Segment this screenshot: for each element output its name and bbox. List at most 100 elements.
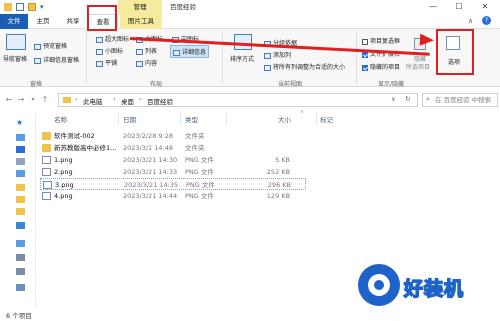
file-row-focused[interactable]: 3.png 2023/3/21 14:35 PNG 文件 296 KB [40, 178, 306, 190]
refresh-icon[interactable]: ↻ [405, 95, 410, 103]
watermark-logo-pupil [374, 280, 384, 290]
pictures-icon[interactable] [16, 170, 25, 177]
watermark-text: 好装机 [403, 277, 465, 301]
column-header-type[interactable]: 类型 [185, 114, 198, 124]
status-bar [0, 308, 500, 321]
back-icon[interactable]: ← [4, 95, 14, 105]
file-date: 2023/3/21 14:44 [123, 192, 178, 200]
file-date: 2023/3/1 14:48 [123, 144, 173, 152]
quick-access-dropdown-icon[interactable]: ▾ [40, 3, 44, 11]
file-row[interactable]: 2.png 2023/3/21 14:33 PNG 文件 252 KB [40, 166, 460, 178]
column-header-date[interactable]: 日期 [123, 114, 136, 124]
add-columns-icon [264, 52, 271, 59]
file-row[interactable]: 1.png 2023/3/21 14:30 PNG 文件 5 KB [40, 154, 460, 166]
desktop-icon[interactable] [16, 134, 25, 141]
window-title: 百度经验 [170, 3, 196, 11]
preview-pane-icon [34, 43, 41, 50]
group-label-current-view: 当前视图 [278, 81, 303, 88]
item-checkboxes-toggle[interactable]: 项目复选框 [362, 36, 400, 45]
address-box[interactable]: › 此电脑 › 桌面 › 百度经验 ∨ ↻ [58, 93, 418, 107]
details-pane-button[interactable]: 详细信息窗格 [34, 55, 79, 64]
item-checkboxes-checkbox[interactable] [362, 38, 368, 45]
nav-folder-icon[interactable] [16, 208, 25, 215]
tab-home[interactable]: 主页 [28, 14, 58, 29]
tab-file[interactable]: 文件 [0, 14, 28, 29]
drive-icon[interactable] [16, 254, 25, 261]
file-size: 252 KB [266, 168, 290, 176]
layout-details[interactable]: 详细信息 [170, 45, 210, 58]
documents-icon[interactable] [16, 158, 25, 165]
item-count: 6 个项目 [6, 312, 32, 320]
breadcrumb-desktop[interactable]: 桌面 [121, 96, 134, 106]
file-row[interactable]: 4.png 2023/3/21 14:44 PNG 文件 129 KB [40, 190, 460, 202]
folder-icon [42, 132, 51, 140]
png-file-icon [42, 192, 51, 200]
hidden-items-toggle[interactable]: 隐藏的项目 [362, 62, 400, 71]
address-dropdown-icon[interactable]: ∨ [391, 95, 396, 103]
navigation-pane-icon[interactable] [6, 34, 26, 50]
tab-share[interactable]: 共享 [58, 14, 88, 29]
column-divider[interactable] [118, 113, 119, 125]
search-input[interactable]: 在 百度经验 中搜索 [422, 93, 498, 107]
sort-by-button[interactable]: 排序方式 [230, 54, 254, 63]
column-divider[interactable] [180, 113, 181, 125]
breadcrumb-this-pc[interactable]: 此电脑 [83, 96, 103, 106]
file-type: PNG 文件 [185, 156, 214, 164]
properties-icon[interactable] [16, 3, 24, 11]
details-icon [173, 49, 180, 56]
file-row[interactable]: 软件测试-002 2023/2/28 9:28 文件夹 [40, 130, 460, 142]
collapse-ribbon-icon[interactable]: ∧ [468, 17, 473, 25]
hidden-items-checkbox[interactable] [362, 64, 368, 71]
maximize-button[interactable]: ☐ [446, 0, 472, 14]
file-type: PNG 文件 [185, 168, 214, 176]
help-icon[interactable]: ? [482, 16, 491, 25]
new-folder-icon[interactable] [28, 3, 36, 11]
sort-up-icon: ∧ [300, 109, 304, 115]
layout-content[interactable]: 内容 [136, 58, 157, 67]
search-icon: ⌕ [426, 95, 430, 103]
drive-icon[interactable] [16, 268, 25, 275]
size-all-columns-button[interactable]: 将所有列调整为合适的大小 [264, 62, 345, 71]
nav-folder-icon[interactable] [16, 184, 25, 191]
layout-extra-large-icons[interactable]: 超大图标 [96, 34, 129, 43]
recent-locations-icon[interactable]: ▾ [28, 95, 38, 105]
breadcrumb-current-folder[interactable]: 百度经验 [147, 96, 173, 106]
png-file-icon [43, 181, 52, 189]
layout-tiles[interactable]: 平铺 [96, 58, 117, 67]
breadcrumb-separator: › [113, 95, 116, 103]
forward-icon[interactable]: → [16, 95, 26, 105]
highlight-options-button [436, 29, 474, 75]
file-row[interactable]: 新苏教版高中必修1... 2023/3/1 14:48 文件夹 [40, 142, 460, 154]
file-type: 文件夹 [185, 132, 205, 140]
manage-context-tab[interactable]: 管理 [118, 0, 162, 14]
onedrive-icon[interactable] [16, 222, 25, 229]
minimize-button[interactable]: — [420, 0, 446, 14]
column-divider[interactable] [316, 113, 317, 125]
list-icon [136, 48, 143, 55]
column-header-name[interactable]: 名称 [54, 114, 67, 124]
nav-folder-icon[interactable] [16, 196, 25, 203]
downloads-icon[interactable] [16, 146, 25, 153]
file-type: 文件夹 [185, 144, 205, 152]
layout-list[interactable]: 列表 [136, 46, 157, 55]
up-icon[interactable]: ↑ [40, 95, 50, 105]
layout-small-icons[interactable]: 小图标 [96, 46, 123, 55]
file-name: 4.png [54, 192, 73, 200]
file-name: 新苏教版高中必修1... [54, 144, 117, 152]
file-name: 软件测试-002 [54, 132, 95, 140]
network-icon[interactable] [16, 284, 25, 291]
this-pc-icon[interactable] [16, 240, 25, 247]
file-size: 5 KB [275, 156, 290, 164]
add-columns-button[interactable]: 添加列 [264, 50, 291, 59]
close-button[interactable]: ✕ [472, 0, 498, 14]
navigation-pane-button[interactable]: 导航窗格 [3, 54, 27, 63]
preview-pane-button[interactable]: 预览窗格 [34, 41, 67, 50]
file-name: 1.png [54, 156, 73, 164]
folder-icon [42, 144, 51, 152]
column-header-tags[interactable]: 标记 [320, 114, 333, 124]
column-header-size[interactable]: 大小 [278, 114, 291, 124]
tab-picture-tools[interactable]: 图片工具 [120, 14, 162, 29]
quick-access-icon[interactable]: ★ [16, 118, 23, 127]
column-divider[interactable] [226, 113, 227, 125]
file-date: 2023/3/21 14:30 [123, 156, 178, 164]
